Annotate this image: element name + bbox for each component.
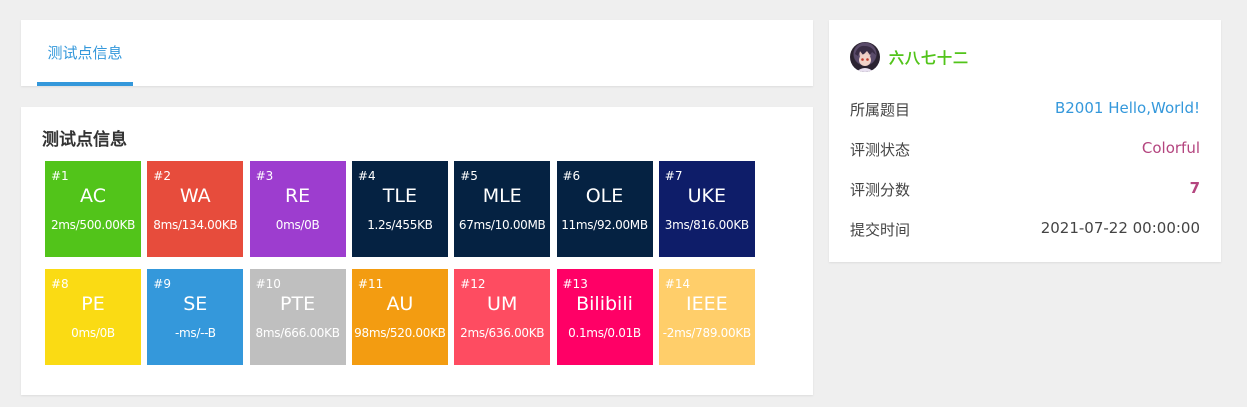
test-case-metrics: 8ms/666.00KB <box>255 326 340 340</box>
test-case-status: Bilibili <box>576 293 633 315</box>
problem-link[interactable]: B2001 Hello,World! <box>1055 99 1200 117</box>
test-cases-card: 测试点信息 #1 AC 2ms/500.00KB #2 WA 8ms/134.00KB #3… <box>21 107 813 395</box>
test-case-status: WA <box>179 185 211 207</box>
test-case-status: MLE <box>482 185 522 207</box>
info-label: 评测状态 <box>850 141 911 159</box>
test-case-number: #5 <box>460 169 478 183</box>
tabs-card: 测试点信息 <box>21 20 813 86</box>
test-case-tile[interactable]: #9 SE -ms/--B <box>147 269 244 365</box>
test-case-status: TLE <box>382 185 417 207</box>
test-case-number: #8 <box>51 277 69 291</box>
test-case-status: PTE <box>280 293 316 315</box>
test-case-metrics: -2ms/789.00KB <box>662 326 751 340</box>
anime-avatar-icon <box>855 45 876 72</box>
status-value: Colorful <box>1141 139 1200 157</box>
test-case-number: #13 <box>562 277 588 291</box>
info-row-status: 评测状态 Colorful <box>850 139 1200 161</box>
tab-active-indicator <box>37 82 133 86</box>
test-cases-title: 测试点信息 <box>42 130 127 150</box>
test-case-metrics: 0.1ms/0.01B <box>568 326 641 340</box>
test-case-status: RE <box>284 185 311 207</box>
test-case-number: #10 <box>255 277 281 291</box>
tab-label: 测试点信息 <box>47 44 123 62</box>
user-row[interactable]: 六八七十二 <box>850 42 969 72</box>
test-case-number: #3 <box>255 169 274 183</box>
test-case-tile[interactable]: #6 OLE 11ms/92.00MB <box>556 161 653 257</box>
info-label: 提交时间 <box>850 221 911 239</box>
test-case-metrics: 67ms/10.00MB <box>458 218 546 232</box>
test-case-status: OLE <box>585 185 624 207</box>
test-case-tile[interactable]: #12 UM 2ms/636.00KB <box>454 269 551 365</box>
test-case-status: AC <box>80 185 106 207</box>
submit-time-value: 2021-07-22 00:00:00 <box>1040 219 1200 237</box>
test-case-tile[interactable]: #2 WA 8ms/134.00KB <box>147 161 244 257</box>
test-case-number: #7 <box>664 169 683 183</box>
test-case-status: UM <box>487 293 518 315</box>
info-label: 所属题目 <box>850 101 911 119</box>
test-case-number: #4 <box>357 169 376 183</box>
test-case-tile[interactable]: #10 PTE 8ms/666.00KB <box>249 269 346 365</box>
test-case-tile[interactable]: #1 AC 2ms/500.00KB <box>45 161 141 257</box>
test-case-metrics: -ms/--B <box>174 326 216 340</box>
test-case-metrics: 8ms/134.00KB <box>153 218 238 232</box>
test-case-metrics: 98ms/520.00KB <box>354 326 446 340</box>
test-case-grid: #1 AC 2ms/500.00KB #2 WA 8ms/134.00KB #3 RE 0ms/… <box>45 161 759 365</box>
test-case-status: UKE <box>687 185 726 207</box>
test-case-tile[interactable]: #4 TLE 1.2s/455KB <box>351 161 448 257</box>
username[interactable]: 六八七十二 <box>889 47 969 68</box>
test-case-tile[interactable]: #7 UKE 3ms/816.00KB <box>658 161 755 257</box>
info-row-submit-time: 提交时间 2021-07-22 00:00:00 <box>850 219 1200 241</box>
test-case-metrics: 1.2s/455KB <box>367 218 433 232</box>
info-label: 评测分数 <box>850 181 911 199</box>
test-case-status: PE <box>81 293 105 315</box>
test-case-metrics: 0ms/0B <box>71 326 115 340</box>
test-case-number: #14 <box>664 277 691 291</box>
test-case-metrics: 2ms/500.00KB <box>50 218 136 232</box>
test-case-tile[interactable]: #5 MLE 67ms/10.00MB <box>454 161 551 257</box>
test-case-number: #11 <box>357 277 384 291</box>
test-case-metrics: 11ms/92.00MB <box>561 218 648 232</box>
info-row-problem: 所属题目 B2001 Hello,World! <box>850 99 1200 121</box>
test-case-number: #1 <box>51 169 69 183</box>
test-case-tile[interactable]: #14 IEEE -2ms/789.00KB <box>658 269 755 365</box>
test-case-number: #9 <box>153 277 171 291</box>
test-case-status: SE <box>183 293 208 315</box>
test-case-status: AU <box>386 293 414 315</box>
test-case-tile[interactable]: #8 PE 0ms/0B <box>45 269 141 365</box>
info-row-score: 评测分数 7 <box>850 179 1200 201</box>
test-case-number: #12 <box>460 277 486 291</box>
avatar[interactable] <box>850 42 880 72</box>
test-case-status: IEEE <box>685 293 728 315</box>
test-case-tile[interactable]: #13 Bilibili 0.1ms/0.01B <box>556 269 653 365</box>
test-case-metrics: 0ms/0B <box>275 218 320 232</box>
test-case-number: #6 <box>562 169 581 183</box>
score-value: 7 <box>1189 179 1200 197</box>
test-case-metrics: 3ms/816.00KB <box>664 218 749 232</box>
test-case-tile[interactable]: #11 AU 98ms/520.00KB <box>351 269 448 365</box>
test-case-metrics: 2ms/636.00KB <box>460 326 545 340</box>
test-case-number: #2 <box>153 169 171 183</box>
submission-info-card: 六八七十二 所属题目 B2001 Hello,World! 评测状态 Color… <box>829 20 1221 262</box>
test-case-tile[interactable]: #3 RE 0ms/0B <box>249 161 346 257</box>
tab-test-cases[interactable]: 测试点信息 <box>37 20 133 86</box>
